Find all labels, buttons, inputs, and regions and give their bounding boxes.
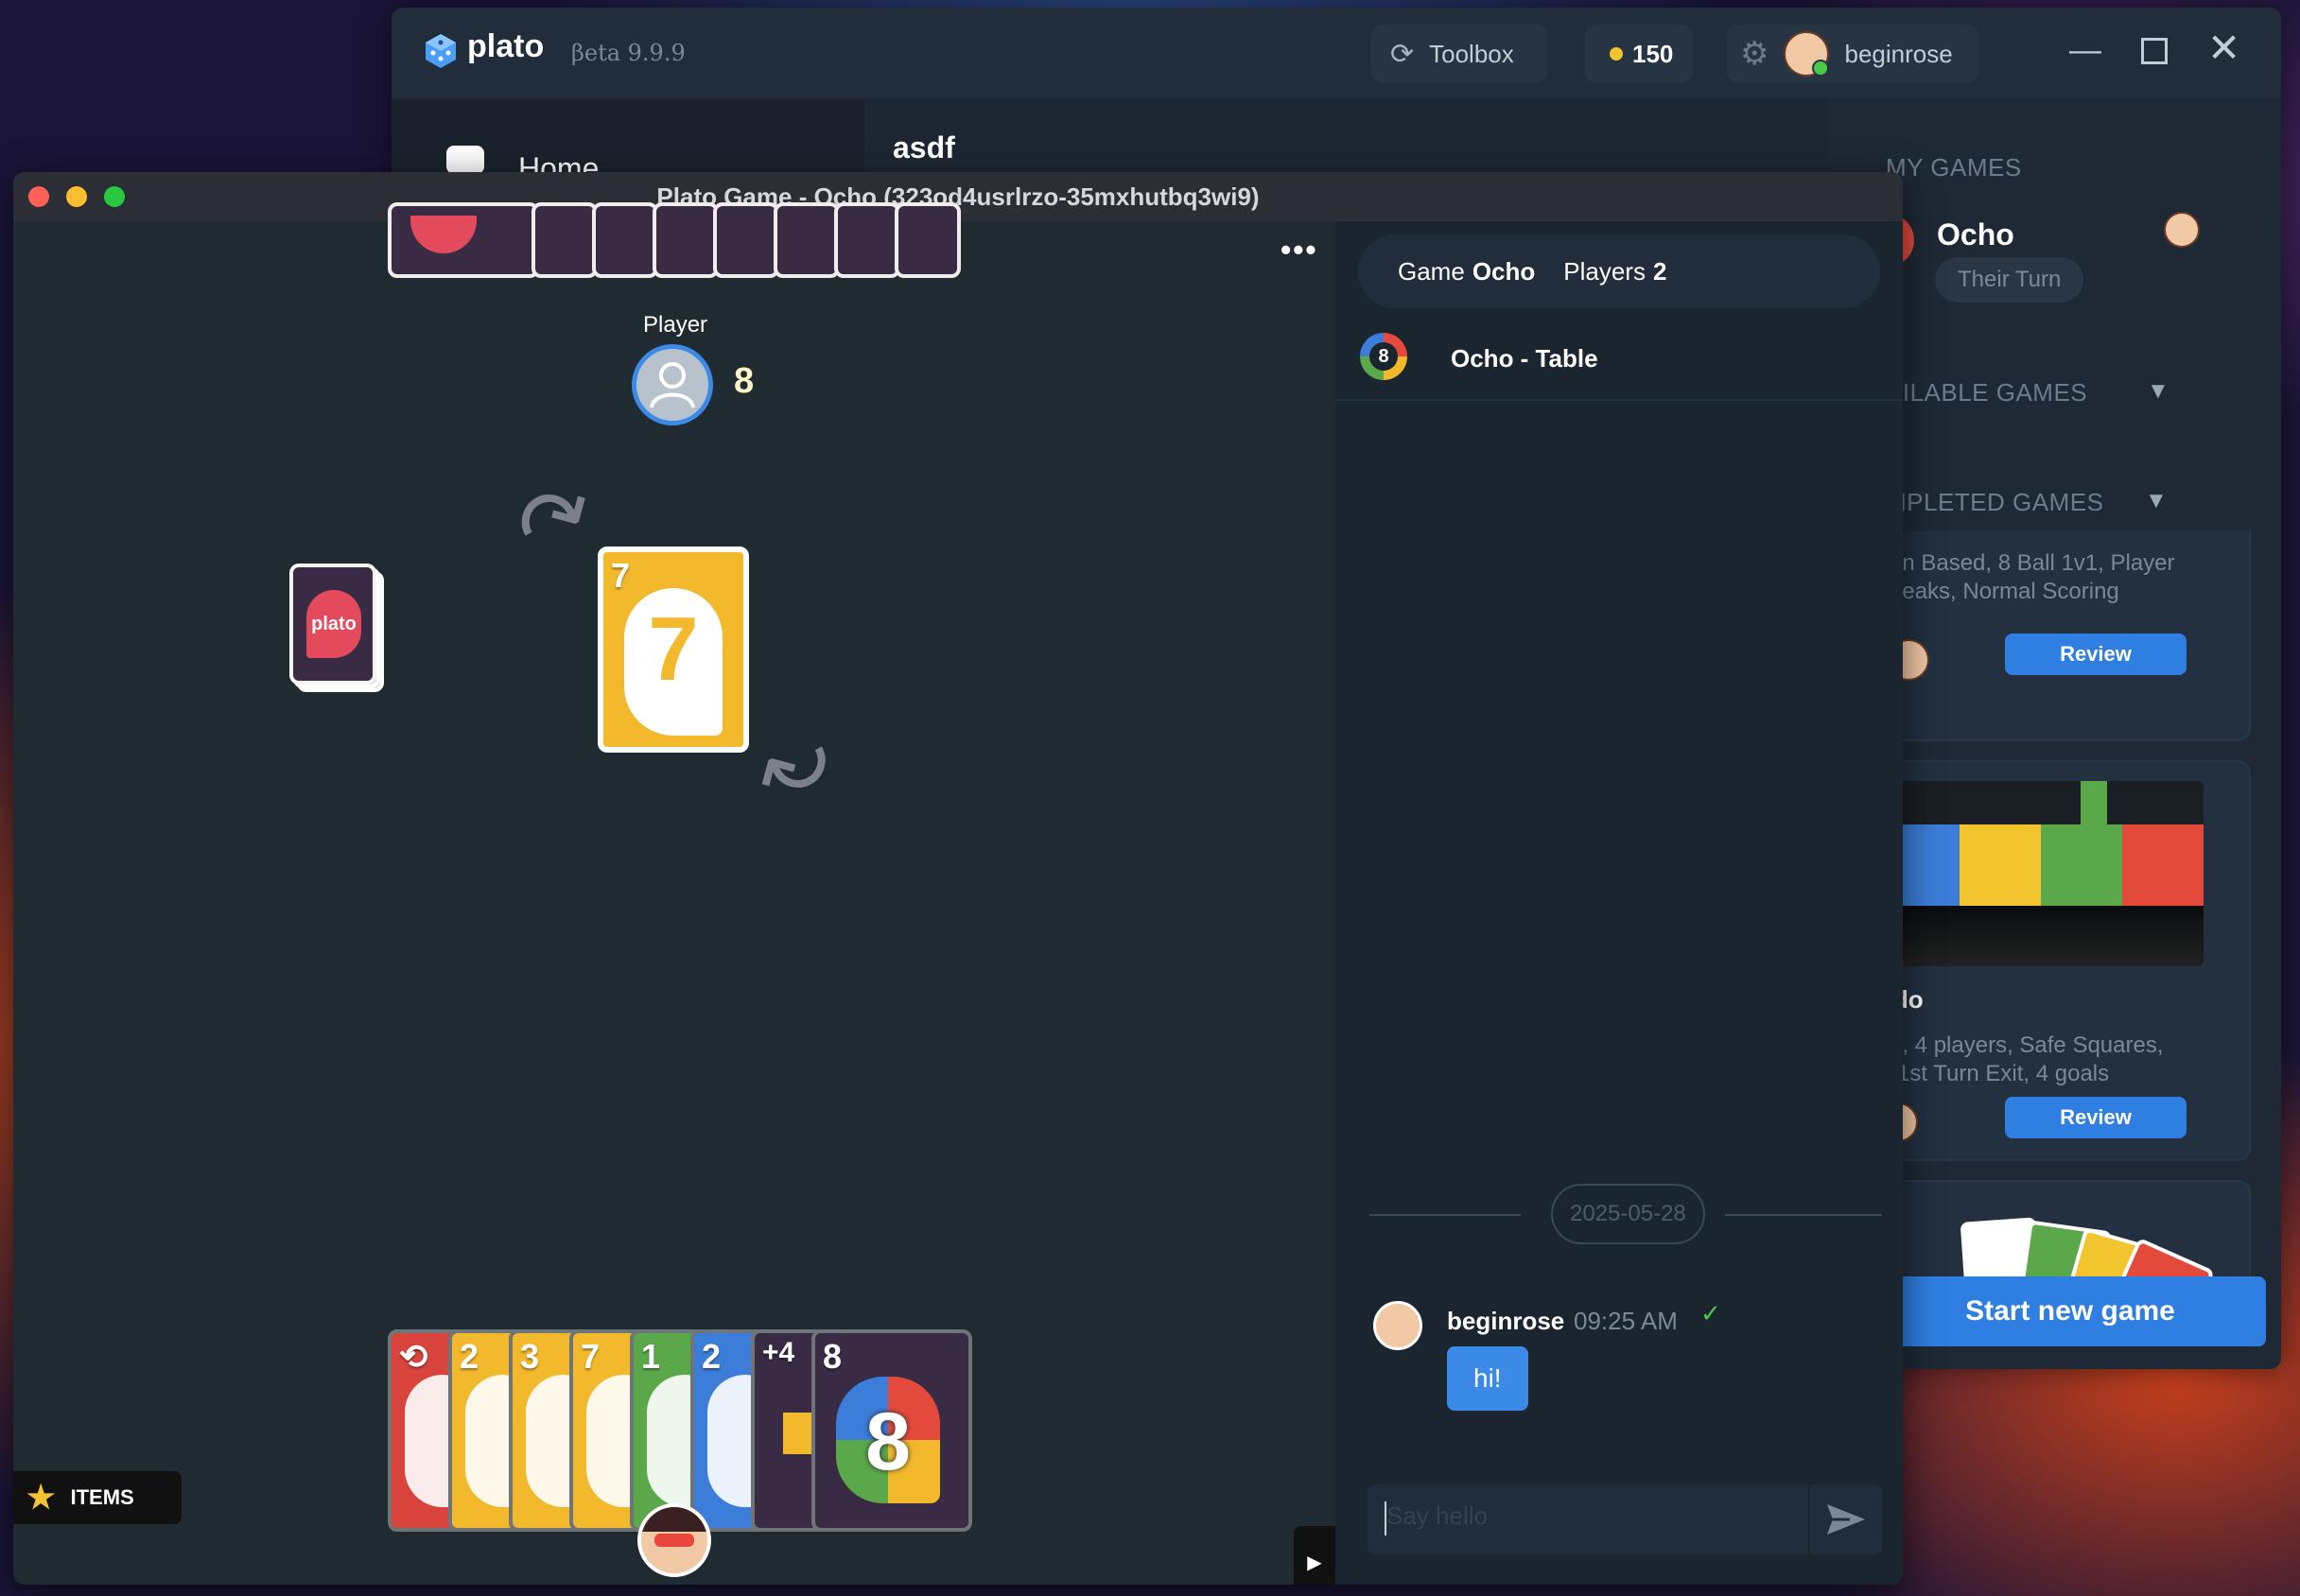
players-label: Players xyxy=(1563,256,1646,286)
text-cursor xyxy=(1385,1501,1386,1535)
message-time: 09:25 AM xyxy=(1574,1307,1678,1335)
chevron-down-icon[interactable]: ▼ xyxy=(2147,378,2169,405)
completed-game-card: udo ve, 4 players, Safe Squares, o 1st T… xyxy=(1857,760,2251,1161)
coins-count: 150 xyxy=(1632,39,1674,68)
app-version: βeta 9.9.9 xyxy=(571,40,686,66)
user-icon xyxy=(650,362,695,408)
coin-icon xyxy=(1610,47,1623,61)
game-description: ve, 4 players, Safe Squares, xyxy=(1878,1032,2164,1058)
minimize-icon[interactable]: — xyxy=(2069,32,2101,69)
divider xyxy=(1725,1214,1882,1216)
avatar xyxy=(1784,31,1830,77)
review-button[interactable]: Review xyxy=(2005,633,2187,675)
hand-card[interactable]: 8 8 xyxy=(811,1329,972,1532)
coins-button[interactable]: 150 xyxy=(1585,25,1693,83)
zoom-window-icon[interactable] xyxy=(104,186,125,207)
card-center-value: 7 xyxy=(648,598,699,700)
opponent-avatar xyxy=(632,344,713,425)
app-name: plato xyxy=(467,28,545,64)
opponent-card-count: 8 xyxy=(734,361,755,401)
avatar xyxy=(1373,1301,1422,1350)
review-button[interactable]: Review xyxy=(2005,1097,2187,1138)
gear-icon[interactable]: ⚙ xyxy=(1740,35,1769,73)
plato-logo-icon xyxy=(422,32,460,70)
player-avatar xyxy=(637,1503,711,1577)
items-label: ITEMS xyxy=(70,1485,134,1509)
message-author: beginrose xyxy=(1447,1307,1565,1335)
table-name: Ocho - Table xyxy=(1451,344,1598,373)
game-description: breaks, Normal Scoring xyxy=(1882,579,2119,604)
available-games-heading[interactable]: AILABLE GAMES xyxy=(1886,378,2087,408)
chat-input[interactable]: Say hello xyxy=(1368,1484,1808,1554)
send-icon xyxy=(1827,1504,1865,1535)
players-count: 2 xyxy=(1652,256,1667,286)
divider xyxy=(1335,399,1903,401)
gamepad-icon xyxy=(446,146,484,174)
items-button[interactable]: ★ ITEMS xyxy=(13,1471,182,1524)
toolbox-label: Toolbox xyxy=(1429,39,1514,68)
chat-input-placeholder: Say hello xyxy=(1386,1501,1488,1530)
refresh-icon: ⟳ xyxy=(1390,38,1415,70)
star-icon: ★ xyxy=(26,1480,56,1516)
close-window-icon[interactable] xyxy=(28,186,49,207)
main-titlebar: plato βeta 9.9.9 ⟳ Toolbox 150 ⚙ beginro… xyxy=(392,8,2281,98)
game-label: Game xyxy=(1398,256,1465,286)
message-bubble: hi! xyxy=(1447,1346,1528,1411)
username: beginrose xyxy=(1844,39,1953,68)
game-table: ••• Player 8 ↷ ↷ plato 7 7 ⟲ 2 3 7 1 2 +… xyxy=(13,202,1335,1585)
direction-arrow-icon: ↷ xyxy=(732,699,849,825)
game-description: urn Based, 8 Ball 1v1, Player xyxy=(1882,550,2175,576)
maximize-icon[interactable] xyxy=(2141,38,2168,64)
toggle-chat-button[interactable]: ▶ xyxy=(1294,1526,1335,1585)
my-games-heading: MY GAMES xyxy=(1886,153,2022,182)
chevron-down-icon[interactable]: ▼ xyxy=(2145,488,2168,514)
ocho-table-icon: 8 xyxy=(1360,333,1407,380)
send-button[interactable] xyxy=(1810,1484,1882,1554)
date-separator: 2025-05-28 xyxy=(1551,1184,1705,1244)
my-game-status-badge: Their Turn xyxy=(1935,257,2084,303)
online-status-icon xyxy=(1812,60,1830,77)
my-game-name[interactable]: Ocho xyxy=(1937,217,2014,252)
discard-pile-card: 7 7 xyxy=(598,546,749,753)
start-new-game-button[interactable]: Start new game xyxy=(1874,1276,2266,1346)
avatar xyxy=(2164,212,2200,248)
ludo-thumbnail xyxy=(1878,781,2204,966)
check-icon: ✓ xyxy=(1700,1299,1721,1327)
game-info-bar: Game Ocho Players 2 xyxy=(1358,234,1880,308)
game-window: Plato Game - Ocho (323od4usrlrzo-35mxhut… xyxy=(13,172,1903,1585)
completed-game-card: urn Based, 8 Ball 1v1, Player breaks, No… xyxy=(1857,531,2251,741)
deck-logo: plato xyxy=(306,590,361,658)
draw-deck[interactable]: plato xyxy=(289,564,384,692)
more-options-icon[interactable]: ••• xyxy=(1281,233,1318,268)
card-value: 7 xyxy=(611,556,631,595)
completed-games-heading[interactable]: MPLETED GAMES xyxy=(1886,488,2103,517)
game-name: Ocho xyxy=(1472,256,1536,286)
minimize-window-icon[interactable] xyxy=(66,186,87,207)
close-icon[interactable]: ✕ xyxy=(2207,25,2240,71)
chat-panel: Game Ocho Players 2 8 Ocho - Table 2025-… xyxy=(1335,221,1903,1585)
game-description: o 1st Turn Exit, 4 goals xyxy=(1878,1061,2110,1086)
toolbox-button[interactable]: ⟳ Toolbox xyxy=(1371,25,1547,83)
user-menu-button[interactable]: ⚙ beginrose xyxy=(1727,25,1978,83)
opponent-hand xyxy=(388,202,972,278)
divider xyxy=(1369,1214,1521,1216)
conversation-title: asdf xyxy=(893,130,955,165)
opponent-name: Player xyxy=(643,312,708,338)
play-icon: ▶ xyxy=(1307,1552,1322,1573)
